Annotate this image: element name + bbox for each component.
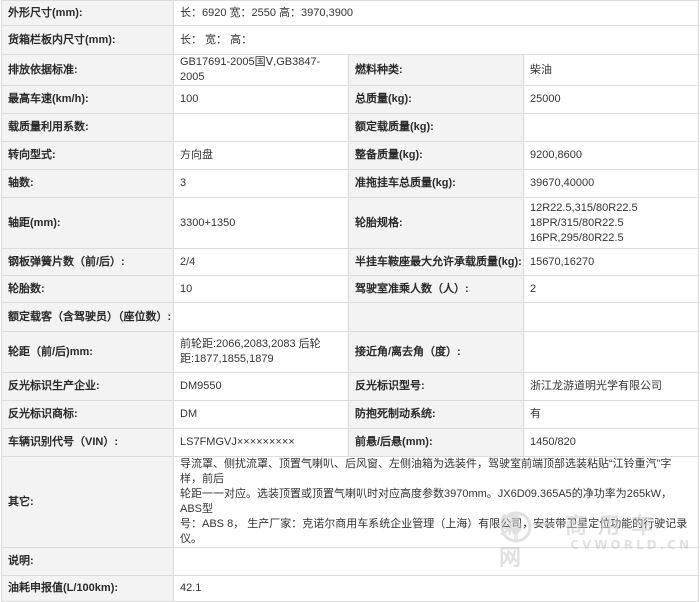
spec-label: 最高车速(km/h):: [1, 85, 174, 114]
other-notes-line: 导流罩、侧扰流罩、顶置气喇叭、后风窗、左侧油箱为选装件，驾驶室前端顶部选装粘贴“…: [180, 458, 672, 485]
spec-value: 42.1: [172, 575, 700, 602]
table-row: 货箱栏板内尺寸(mm): 长： 宽： 高：: [1, 25, 700, 55]
spec-value: 15670,16270: [522, 248, 700, 276]
spec-label: 轴数:: [1, 169, 174, 198]
spec-label: 轮胎规格:: [348, 197, 524, 249]
spec-value: DM: [173, 400, 349, 429]
table-row: 轮距（前/后)mm: 前轮距:2066,2083,2083 后轮 距:1877,…: [1, 331, 700, 373]
table-row: 排放依据标准: GB17691-2005国Ⅴ,GB3847-2005 燃料种类:…: [1, 54, 700, 86]
spec-label: 反光标识生产企业:: [1, 372, 174, 401]
spec-label: 钢板弹簧片数（前/后）:: [1, 248, 174, 276]
spec-value: 方向盘: [173, 141, 349, 170]
spec-value: 25000: [522, 85, 700, 114]
spec-label: 反光标识商标:: [1, 400, 174, 429]
spec-value: 浙江龙游道明光学有限公司: [522, 372, 700, 401]
spec-value: [522, 113, 700, 142]
spec-value: 2: [522, 275, 700, 303]
table-row: 钢板弹簧片数（前/后）: 2/4 半挂车鞍座最大允许承载质量(kg): 1567…: [1, 248, 700, 276]
spec-label: 额定载质量(kg):: [348, 113, 524, 142]
table-row: 说明:: [1, 547, 700, 576]
spec-label: 总质量(kg):: [348, 85, 524, 114]
spec-label: 说明:: [1, 547, 174, 576]
spec-label: 接近角/离去角（度）:: [348, 331, 524, 373]
spec-value: 长：6920 宽：2550 高：3970,3900: [172, 0, 700, 26]
table-row: 载质量利用系数: 额定载质量(kg):: [1, 113, 700, 142]
spec-label: 转向型式:: [1, 141, 174, 170]
other-notes-line: 轮距一一对应。选装顶置或顶置气喇叭时对应高度参数3970mm。JX6D09.36…: [180, 488, 673, 515]
spec-value: [173, 302, 349, 332]
spec-value: 100: [173, 85, 349, 114]
spec-label: 轴距(mm):: [1, 197, 174, 249]
track-width-value: 前轮距:2066,2083,2083 后轮 距:1877,1855,1879: [173, 331, 349, 373]
spec-label: 油耗申报值(L/100km):: [1, 575, 174, 602]
spec-value: 9200,8600: [522, 141, 700, 170]
spec-value: DM9550: [173, 372, 349, 401]
spec-label: 外形尺寸(mm):: [1, 0, 174, 26]
table-row: 轮胎数: 10 驾驶室准乘人数（人）: 2: [1, 275, 700, 303]
tire-spec-line: 12R22.5,315/80R22.5: [530, 201, 638, 214]
spec-value: 柴油: [522, 54, 700, 86]
tire-spec-line: 16PR,295/80R22.5: [530, 231, 624, 244]
spec-label: 额定载客（含驾驶员）（座位数）:: [1, 302, 174, 332]
spec-label: 排放依据标准:: [1, 54, 174, 86]
spec-value: LS7FMGVJ×××××××××: [173, 428, 349, 457]
other-notes-line: 号：ABS 8， 生产厂家：克诺尔商用车系统企业管理（上海）有限公司，安装带卫星…: [180, 518, 688, 545]
spec-label: 防抱死制动系统:: [348, 400, 524, 429]
spec-label: 整备质量(kg):: [348, 141, 524, 170]
spec-value: [522, 331, 700, 373]
spec-label: 轮距（前/后)mm:: [1, 331, 174, 373]
table-row: 反光标识生产企业: DM9550 反光标识型号: 浙江龙游道明光学有限公司: [1, 372, 700, 401]
table-row: 轴数: 3 准拖挂车总质量(kg): 39670,40000: [1, 169, 700, 198]
track-width-line: 距:1877,1855,1879: [180, 353, 274, 365]
spec-label: [348, 302, 524, 332]
other-notes-value: 导流罩、侧扰流罩、顶置气喇叭、后风窗、左侧油箱为选装件，驾驶室前端顶部选装粘贴“…: [172, 456, 700, 548]
spec-label: 货箱栏板内尺寸(mm):: [1, 25, 174, 55]
table-row: 反光标识商标: DM 防抱死制动系统: 有: [1, 400, 700, 429]
spec-value: 10: [173, 275, 349, 303]
table-row: 最高车速(km/h): 100 总质量(kg): 25000: [1, 85, 700, 114]
table-row: 外形尺寸(mm): 长：6920 宽：2550 高：3970,3900: [1, 0, 700, 26]
spec-value: 3: [173, 169, 349, 198]
spec-value: [522, 302, 700, 332]
spec-value: [172, 547, 700, 576]
spec-value: 长： 宽： 高：: [172, 25, 700, 55]
vehicle-spec-table: 外形尺寸(mm): 长：6920 宽：2550 高：3970,3900 货箱栏板…: [1, 0, 700, 602]
spec-label: 其它:: [1, 456, 174, 548]
table-row: 其它: 导流罩、侧扰流罩、顶置气喇叭、后风窗、左侧油箱为选装件，驾驶室前端顶部选…: [1, 456, 700, 548]
spec-label: 反光标识型号:: [348, 372, 524, 401]
track-width-line: 前轮距:2066,2083,2083 后轮: [180, 338, 321, 350]
spec-value: GB17691-2005国Ⅴ,GB3847-2005: [173, 54, 349, 86]
table-row: 油耗申报值(L/100km): 42.1: [1, 575, 700, 602]
spec-value: [173, 113, 349, 142]
spec-value: 39670,40000: [522, 169, 700, 198]
spec-label: 载质量利用系数:: [1, 113, 174, 142]
table-row: 车辆识别代号（VIN）: LS7FMGVJ××××××××× 前悬/后悬(mm)…: [1, 428, 700, 457]
table-row: 转向型式: 方向盘 整备质量(kg): 9200,8600: [1, 141, 700, 170]
spec-label: 半挂车鞍座最大允许承载质量(kg):: [348, 248, 524, 276]
spec-value: 2/4: [173, 248, 349, 276]
spec-label: 轮胎数:: [1, 275, 174, 303]
table-row: 额定载客（含驾驶员）（座位数）:: [1, 302, 700, 332]
spec-value: 1450/820: [522, 428, 700, 457]
spec-label: 驾驶室准乘人数（人）:: [348, 275, 524, 303]
tire-spec-line: 18PR/315/80R22.5: [530, 216, 624, 229]
spec-value: 3300+1350: [173, 197, 349, 249]
table-row: 轴距(mm): 3300+1350 轮胎规格: 12R22.5,315/80R2…: [1, 197, 700, 249]
spec-label: 车辆识别代号（VIN）:: [1, 428, 174, 457]
spec-label: 前悬/后悬(mm):: [348, 428, 524, 457]
spec-label: 燃料种类:: [348, 54, 524, 86]
spec-label: 准拖挂车总质量(kg):: [348, 169, 524, 198]
spec-value: 有: [522, 400, 700, 429]
tire-spec-value: 12R22.5,315/80R22.5 18PR/315/80R22.5 16P…: [522, 197, 700, 249]
